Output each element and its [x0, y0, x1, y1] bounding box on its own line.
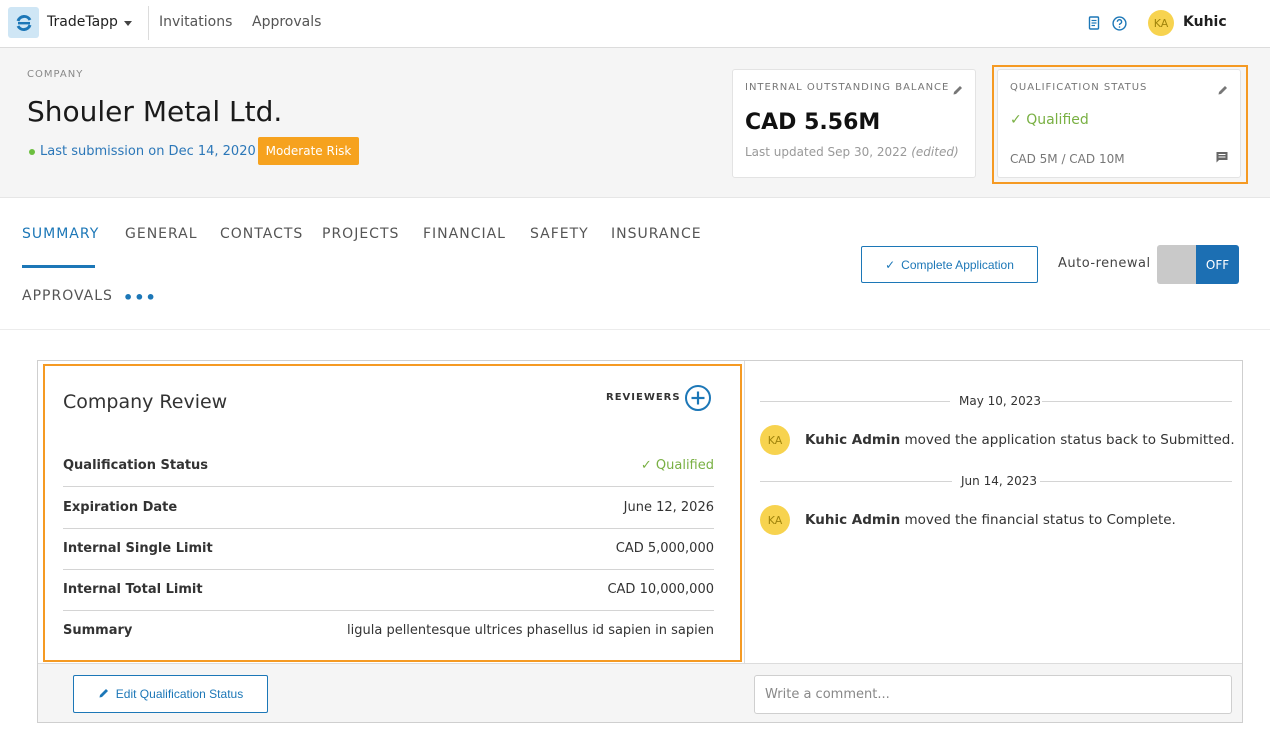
outstanding-balance-card: INTERNAL OUTSTANDING BALANCE CAD 5.56M L… — [732, 69, 976, 178]
nav-divider — [148, 6, 149, 40]
user-name[interactable]: Kuhic — [1183, 14, 1227, 30]
last-submission-link[interactable]: Last submission on Dec 14, 2020 — [40, 144, 256, 159]
activity-entry: Kuhic Admin moved the financial status t… — [805, 512, 1176, 528]
comment-input[interactable] — [754, 675, 1232, 714]
date-divider — [1042, 401, 1232, 402]
tab-financial[interactable]: FINANCIAL — [423, 226, 506, 242]
risk-badge: Moderate Risk — [258, 137, 359, 165]
app-switcher-label[interactable]: TradeTapp — [47, 14, 118, 30]
tab-summary[interactable]: SUMMARY — [22, 226, 99, 242]
company-label: COMPANY — [27, 69, 84, 80]
tabs-divider — [0, 329, 1270, 330]
date-divider — [760, 481, 952, 482]
company-review-highlight — [43, 364, 742, 662]
tradetapp-logo-icon[interactable] — [8, 7, 39, 38]
tab-active-indicator — [22, 265, 95, 268]
status-dot-icon — [29, 149, 35, 155]
balance-updated: Last updated Sep 30, 2022 (edited) — [745, 145, 959, 159]
tab-projects[interactable]: PROJECTS — [322, 226, 399, 242]
date-divider — [1040, 481, 1232, 482]
auto-renewal-toggle[interactable]: OFF — [1157, 245, 1239, 284]
activity-avatar: KA — [760, 505, 790, 535]
check-icon: ✓ — [885, 257, 896, 272]
tab-safety[interactable]: SAFETY — [530, 226, 589, 242]
balance-label: INTERNAL OUTSTANDING BALANCE — [745, 82, 950, 93]
user-avatar[interactable]: KA — [1148, 10, 1174, 36]
tab-approvals[interactable]: APPROVALS — [22, 288, 113, 304]
activity-date: Jun 14, 2023 — [961, 474, 1038, 488]
toggle-knob — [1157, 245, 1196, 284]
nav-link-approvals[interactable]: Approvals — [252, 14, 321, 30]
edit-qualification-status-button[interactable]: Edit Qualification Status — [73, 675, 268, 713]
activity-entry: Kuhic Admin moved the application status… — [805, 432, 1235, 448]
balance-value: CAD 5.56M — [745, 110, 881, 135]
toggle-state: OFF — [1196, 245, 1239, 284]
complete-application-button[interactable]: ✓ Complete Application — [861, 246, 1038, 283]
top-navigation: TradeTapp Invitations Approvals KA Kuhic — [0, 0, 1270, 48]
more-tabs-icon[interactable]: ••• — [123, 288, 157, 307]
tab-insurance[interactable]: INSURANCE — [611, 226, 702, 242]
qualification-highlight — [992, 65, 1248, 184]
panel-divider — [744, 361, 745, 663]
date-divider — [760, 401, 950, 402]
caret-down-icon[interactable] — [124, 21, 132, 26]
edit-pencil-icon[interactable] — [952, 81, 964, 95]
edit-pencil-icon — [98, 687, 110, 702]
tab-general[interactable]: GENERAL — [125, 226, 198, 242]
help-icon[interactable] — [1111, 15, 1127, 31]
document-icon[interactable] — [1086, 15, 1102, 31]
company-name: Shouler Metal Ltd. — [27, 95, 283, 128]
activity-date: May 10, 2023 — [959, 394, 1042, 408]
auto-renewal-label: Auto-renewal — [1058, 256, 1151, 271]
activity-avatar: KA — [760, 425, 790, 455]
nav-link-invitations[interactable]: Invitations — [159, 14, 232, 30]
tab-contacts[interactable]: CONTACTS — [220, 226, 303, 242]
